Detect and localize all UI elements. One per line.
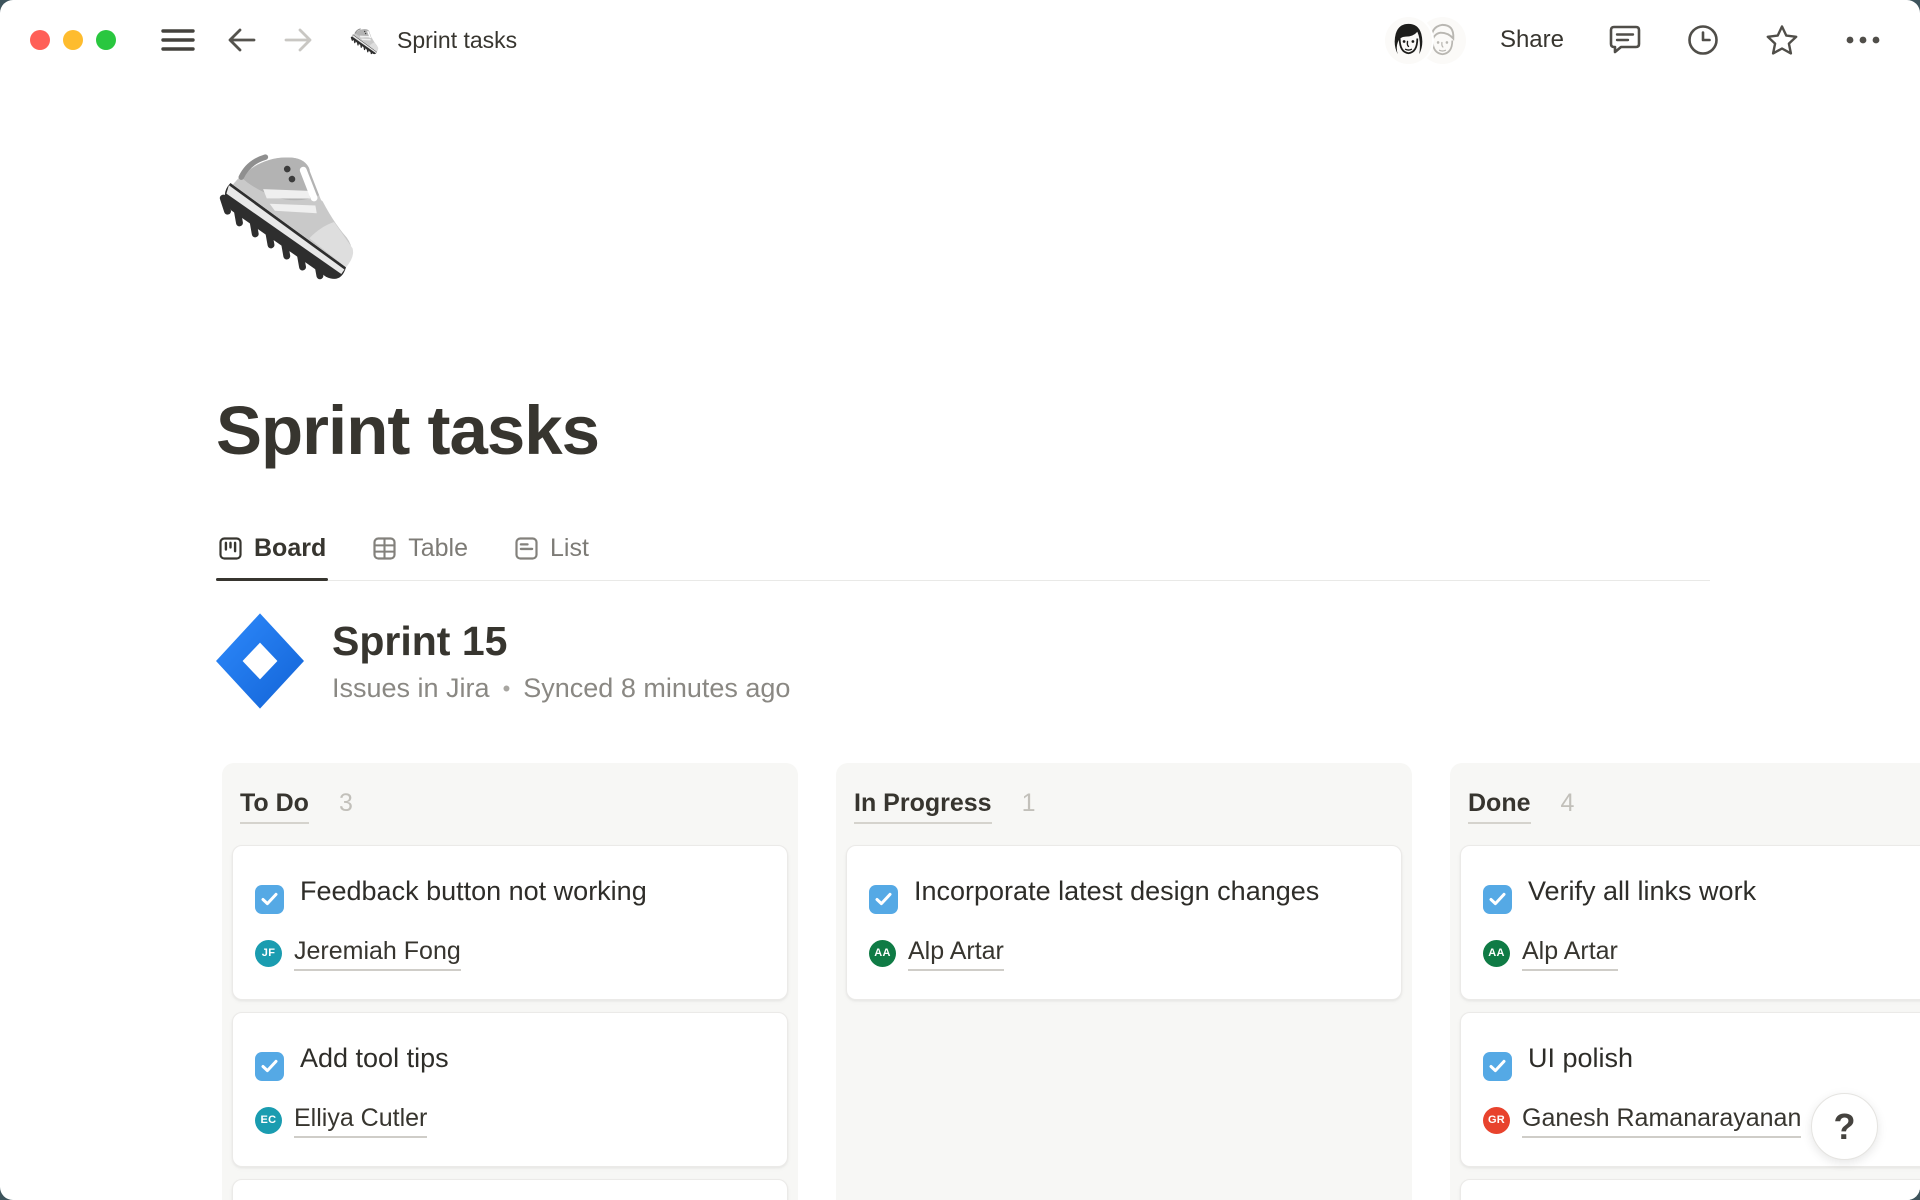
clock-icon — [1686, 23, 1720, 57]
ellipsis-icon — [1844, 34, 1882, 46]
checkmark-icon — [261, 1059, 278, 1073]
hamburger-icon — [160, 26, 196, 54]
task-card[interactable]: Verify all links work AA Alp Artar — [1460, 845, 1920, 1000]
back-button[interactable] — [226, 26, 258, 54]
column-header: In Progress 1 — [846, 763, 1402, 845]
tab-table-label: Table — [408, 534, 468, 563]
board-view-icon — [218, 536, 243, 561]
forward-button[interactable] — [282, 26, 314, 54]
database-subtitle: Issues in Jira • Synced 8 minutes ago — [332, 673, 790, 704]
database-sync-status: Synced 8 minutes ago — [523, 673, 790, 704]
zoom-window-button[interactable] — [96, 30, 116, 50]
column-name[interactable]: In Progress — [854, 789, 992, 824]
kanban-board: To Do 3 Feedback button not working JF J… — [222, 763, 1920, 1200]
tab-board-label: Board — [254, 534, 326, 563]
assignee-link[interactable]: Ganesh Ramanarayanan — [1522, 1103, 1801, 1138]
board-column-todo: To Do 3 Feedback button not working JF J… — [222, 763, 798, 1200]
assignee-link[interactable]: Elliya Cutler — [294, 1103, 427, 1138]
linked-database-header: Sprint 15 Issues in Jira • Synced 8 minu… — [216, 613, 1920, 709]
updates-button[interactable] — [1686, 23, 1720, 57]
assignee-row: EC Elliya Cutler — [255, 1103, 765, 1138]
assignee-row: JF Jeremiah Fong — [255, 936, 765, 971]
todo-checkbox[interactable] — [1483, 1052, 1512, 1081]
column-count: 3 — [339, 789, 353, 818]
more-options-button[interactable] — [1844, 34, 1882, 46]
assignee-row: AA Alp Artar — [1483, 936, 1920, 971]
task-title-text: Verify all links work — [1528, 876, 1756, 906]
checkmark-icon — [875, 892, 892, 906]
share-button[interactable]: Share — [1500, 26, 1564, 54]
collaborator-avatar-icon — [1385, 17, 1432, 64]
comment-icon — [1608, 24, 1642, 56]
column-count: 4 — [1561, 789, 1575, 818]
forward-arrow-icon — [282, 26, 314, 54]
page-sneaker-icon-small — [350, 23, 384, 57]
table-view-icon — [372, 536, 397, 561]
assignee-avatar: EC — [255, 1107, 282, 1134]
comments-button[interactable] — [1608, 24, 1642, 56]
presence-avatars[interactable] — [1385, 17, 1466, 64]
todo-checkbox[interactable] — [1483, 885, 1512, 914]
todo-checkbox[interactable] — [255, 1052, 284, 1081]
task-card-partial[interactable] — [1460, 1179, 1920, 1200]
minimize-window-button[interactable] — [63, 30, 83, 50]
task-card[interactable]: Incorporate latest design changes AA Alp… — [846, 845, 1402, 1000]
tab-list-label: List — [550, 534, 589, 563]
assignee-avatar: AA — [1483, 940, 1510, 967]
page-content: Sprint tasks Board Table — [0, 128, 1920, 1200]
checkmark-icon — [1489, 1059, 1506, 1073]
column-header: To Do 3 — [232, 763, 788, 845]
assignee-link[interactable]: Jeremiah Fong — [294, 936, 461, 971]
assignee-avatar: AA — [869, 940, 896, 967]
database-source[interactable]: Issues in Jira — [332, 673, 490, 704]
app-window: Sprint tasks Share — [0, 0, 1920, 1200]
page-title[interactable]: Sprint tasks — [216, 391, 1920, 470]
task-card[interactable]: Add tool tips EC Elliya Cutler — [232, 1012, 788, 1167]
checkmark-icon — [261, 892, 278, 906]
column-header: Done 4 — [1460, 763, 1920, 845]
task-title-text: Add tool tips — [300, 1043, 449, 1073]
task-card-partial[interactable] — [232, 1179, 788, 1200]
assignee-row: AA Alp Artar — [869, 936, 1379, 971]
task-title-text: Feedback button not working — [300, 876, 647, 906]
assignee-avatar: JF — [255, 940, 282, 967]
task-title-text: Incorporate latest design changes — [914, 876, 1319, 906]
todo-checkbox[interactable] — [255, 885, 284, 914]
task-title: Verify all links work — [1483, 872, 1920, 914]
task-title: Add tool tips — [255, 1039, 765, 1081]
database-title[interactable]: Sprint 15 — [332, 618, 790, 665]
task-title: Incorporate latest design changes — [869, 872, 1379, 914]
task-title: UI polish — [1483, 1039, 1920, 1081]
page-sneaker-icon[interactable] — [216, 128, 381, 293]
column-count: 1 — [1022, 789, 1036, 818]
list-view-icon — [514, 536, 539, 561]
back-arrow-icon — [226, 26, 258, 54]
help-button[interactable]: ? — [1811, 1093, 1878, 1160]
traffic-lights — [30, 30, 116, 50]
checkmark-icon — [1489, 892, 1506, 906]
sidebar-toggle-button[interactable] — [160, 26, 196, 54]
todo-checkbox[interactable] — [869, 885, 898, 914]
tab-board[interactable]: Board — [216, 518, 328, 580]
assignee-link[interactable]: Alp Artar — [1522, 936, 1618, 971]
tab-list[interactable]: List — [512, 518, 591, 580]
task-title: Feedback button not working — [255, 872, 765, 914]
view-tabs: Board Table List — [216, 518, 1710, 581]
close-window-button[interactable] — [30, 30, 50, 50]
star-icon — [1764, 23, 1800, 57]
jira-logo-icon — [216, 613, 304, 709]
favorite-button[interactable] — [1764, 23, 1800, 57]
assignee-avatar: GR — [1483, 1107, 1510, 1134]
task-title-text: UI polish — [1528, 1043, 1633, 1073]
breadcrumb-page-title[interactable]: Sprint tasks — [397, 27, 517, 54]
subtitle-separator: • — [503, 676, 511, 702]
assignee-link[interactable]: Alp Artar — [908, 936, 1004, 971]
column-name[interactable]: To Do — [240, 789, 309, 824]
column-name[interactable]: Done — [1468, 789, 1531, 824]
task-card[interactable]: Feedback button not working JF Jeremiah … — [232, 845, 788, 1000]
window-titlebar: Sprint tasks Share — [0, 0, 1920, 80]
tab-table[interactable]: Table — [370, 518, 470, 580]
board-column-in-progress: In Progress 1 Incorporate latest design … — [836, 763, 1412, 1200]
